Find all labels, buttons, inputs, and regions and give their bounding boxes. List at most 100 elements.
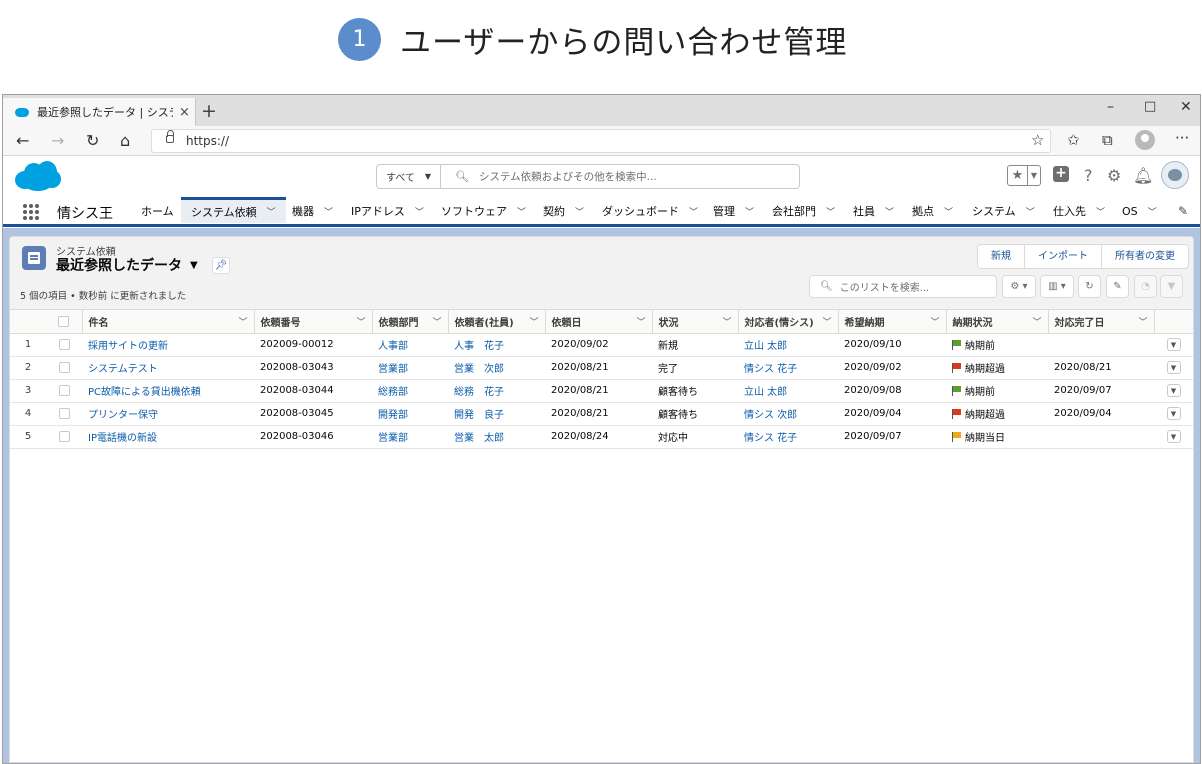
nav-item-equipment[interactable]: 機器 ﹀ bbox=[292, 198, 333, 224]
dept-link[interactable]: 開発部 bbox=[378, 410, 408, 421]
chevron-down-icon[interactable]: ﹀ bbox=[529, 315, 538, 328]
chevron-down-icon[interactable]: ﹀ bbox=[930, 315, 939, 328]
chevron-down-icon[interactable]: ﹀ bbox=[636, 315, 645, 328]
table-row[interactable]: 4 プリンター保守 202008-03045 開発部 開発 良子 2020/08… bbox=[10, 402, 1193, 426]
column-header[interactable]: 納期状況 ﹀ bbox=[946, 310, 1049, 334]
chevron-down-icon[interactable]: ﹀ bbox=[1032, 315, 1041, 328]
dept-link[interactable]: 営業部 bbox=[378, 364, 408, 375]
close-window-button[interactable]: ✕ bbox=[1180, 99, 1192, 115]
chevron-down-icon[interactable]: ﹀ bbox=[575, 205, 584, 218]
favorites-button[interactable]: ★ ▼ bbox=[1007, 165, 1041, 186]
new-tab-button[interactable]: + bbox=[201, 100, 217, 122]
nav-item-home[interactable]: ホーム bbox=[141, 198, 174, 224]
assignee-cell[interactable]: 情シス 次郎 bbox=[738, 402, 838, 426]
row-checkbox[interactable] bbox=[58, 407, 70, 419]
subject-cell[interactable]: システムテスト bbox=[82, 356, 254, 380]
nav-item-vendor[interactable]: 仕入先 ﹀ bbox=[1053, 198, 1105, 224]
nav-item-system[interactable]: システム ﹀ bbox=[972, 198, 1035, 224]
table-row[interactable]: 2 システムテスト 202008-03043 営業部 営業 次郎 2020/08… bbox=[10, 356, 1193, 380]
row-select-cell[interactable] bbox=[46, 333, 82, 357]
display-as-table-icon[interactable]: ▥ ▾ bbox=[1040, 275, 1074, 298]
nav-item-site[interactable]: 拠点 ﹀ bbox=[912, 198, 953, 224]
tab-close-icon[interactable]: × bbox=[179, 105, 190, 120]
row-select-cell[interactable] bbox=[46, 402, 82, 426]
dept-cell[interactable]: 営業部 bbox=[372, 356, 448, 380]
subject-cell[interactable]: IP電話機の新設 bbox=[82, 425, 254, 449]
chevron-down-icon[interactable]: ﹀ bbox=[517, 205, 526, 218]
requester-cell[interactable]: 営業 太郎 bbox=[448, 425, 545, 449]
reload-icon[interactable]: ↻ bbox=[86, 131, 99, 150]
requester-link[interactable]: 営業 太郎 bbox=[454, 433, 504, 444]
row-action-dropdown-icon[interactable]: ▼ bbox=[1166, 407, 1181, 420]
app-launcher-icon[interactable] bbox=[23, 204, 39, 220]
setup-gear-icon[interactable]: ⚙ bbox=[1107, 166, 1121, 185]
table-row[interactable]: 1 採用サイトの更新 202009-00012 人事部 人事 花子 2020/0… bbox=[10, 333, 1193, 357]
salesforce-logo-icon[interactable] bbox=[15, 161, 61, 191]
assignee-link[interactable]: 情シス 花子 bbox=[744, 364, 797, 375]
assignee-cell[interactable]: 立山 太郎 bbox=[738, 379, 838, 403]
chevron-down-icon[interactable]: ﹀ bbox=[826, 205, 835, 218]
row-actions-cell[interactable]: ▼ bbox=[1154, 333, 1193, 357]
row-action-dropdown-icon[interactable]: ▼ bbox=[1166, 384, 1181, 397]
nav-item-contract[interactable]: 契約 ﹀ bbox=[543, 198, 584, 224]
assignee-cell[interactable]: 情シス 花子 bbox=[738, 356, 838, 380]
pin-icon[interactable]: 📌︎ bbox=[212, 257, 230, 274]
table-row[interactable]: 5 IP電話機の新設 202008-03046 営業部 営業 太郎 2020/0… bbox=[10, 425, 1193, 449]
nav-item-department[interactable]: 会社部門 ﹀ bbox=[772, 198, 835, 224]
favorite-star-icon[interactable]: ☆ bbox=[1031, 131, 1044, 149]
column-header[interactable]: 依頼番号 ﹀ bbox=[254, 310, 373, 334]
user-avatar[interactable] bbox=[1161, 161, 1189, 189]
row-actions-cell[interactable]: ▼ bbox=[1154, 379, 1193, 403]
select-all-header[interactable] bbox=[46, 310, 83, 334]
column-header[interactable]: 希望納期 ﹀ bbox=[838, 310, 947, 334]
chevron-down-icon[interactable]: ﹀ bbox=[1148, 205, 1157, 218]
dept-link[interactable]: 人事部 bbox=[378, 341, 408, 352]
chevron-down-icon[interactable]: ﹀ bbox=[722, 315, 731, 328]
subject-link[interactable]: システムテスト bbox=[88, 364, 158, 375]
new-button[interactable]: 新規 bbox=[978, 245, 1024, 268]
help-icon[interactable]: ? bbox=[1084, 166, 1093, 185]
chevron-down-icon[interactable]: ﹀ bbox=[1026, 205, 1035, 218]
column-header[interactable]: 依頼部門 ﹀ bbox=[372, 310, 449, 334]
chevron-down-icon[interactable]: ﹀ bbox=[267, 205, 276, 218]
column-header[interactable]: 件名 ﹀ bbox=[82, 310, 255, 334]
chevron-down-icon[interactable]: ﹀ bbox=[356, 315, 365, 328]
assignee-cell[interactable]: 情シス 花子 bbox=[738, 425, 838, 449]
row-action-dropdown-icon[interactable]: ▼ bbox=[1166, 361, 1181, 374]
change-owner-button[interactable]: 所有者の変更 bbox=[1101, 245, 1188, 268]
requester-link[interactable]: 営業 次郎 bbox=[454, 364, 504, 375]
assignee-link[interactable]: 立山 太郎 bbox=[744, 387, 787, 398]
assignee-link[interactable]: 情シス 次郎 bbox=[744, 410, 797, 421]
list-search-input[interactable]: 🔍︎ このリストを検索... bbox=[809, 275, 997, 298]
chevron-down-icon[interactable]: ﹀ bbox=[324, 205, 333, 218]
row-checkbox[interactable] bbox=[58, 361, 70, 373]
edit-nav-pencil-icon[interactable]: ✎ bbox=[1178, 204, 1188, 218]
browser-tab[interactable]: 最近参照したデータ | システム依頼 | × bbox=[3, 98, 196, 126]
list-settings-gear-icon[interactable]: ⚙ ▾ bbox=[1002, 275, 1036, 298]
dept-cell[interactable]: 営業部 bbox=[372, 425, 448, 449]
list-view-selector[interactable]: 最近参照したデータ ▼ bbox=[56, 255, 198, 275]
subject-cell[interactable]: 採用サイトの更新 bbox=[82, 333, 254, 357]
filter-icon[interactable]: ▼ bbox=[1160, 275, 1183, 298]
select-all-checkbox[interactable] bbox=[58, 315, 70, 327]
dept-cell[interactable]: 開発部 bbox=[372, 402, 448, 426]
row-actions-cell[interactable]: ▼ bbox=[1154, 356, 1193, 380]
chevron-down-icon[interactable]: ﹀ bbox=[415, 205, 424, 218]
nav-item-software[interactable]: ソフトウェア ﹀ bbox=[441, 198, 526, 224]
assignee-link[interactable]: 立山 太郎 bbox=[744, 341, 787, 352]
requester-cell[interactable]: 総務 花子 bbox=[448, 379, 545, 403]
column-header[interactable]: 対応完了日 ﹀ bbox=[1048, 310, 1155, 334]
nav-item-dashboard[interactable]: ダッシュボード ﹀ bbox=[602, 198, 698, 224]
import-button[interactable]: インポート bbox=[1024, 245, 1101, 268]
subject-link[interactable]: PC故障による貸出機依頼 bbox=[88, 387, 201, 398]
row-actions-cell[interactable]: ▼ bbox=[1154, 425, 1193, 449]
table-row[interactable]: 3 PC故障による貸出機依頼 202008-03044 総務部 総務 花子 20… bbox=[10, 379, 1193, 403]
home-icon[interactable]: ⌂ bbox=[120, 131, 130, 150]
chevron-down-icon[interactable]: ﹀ bbox=[1138, 315, 1147, 328]
maximize-button[interactable]: □ bbox=[1144, 99, 1156, 114]
edit-list-pencil-icon[interactable]: ✎ bbox=[1106, 275, 1129, 298]
chevron-down-icon[interactable]: ﹀ bbox=[689, 205, 698, 218]
chevron-down-icon[interactable]: ﹀ bbox=[238, 315, 247, 328]
row-checkbox[interactable] bbox=[58, 338, 70, 350]
row-checkbox[interactable] bbox=[58, 430, 70, 442]
